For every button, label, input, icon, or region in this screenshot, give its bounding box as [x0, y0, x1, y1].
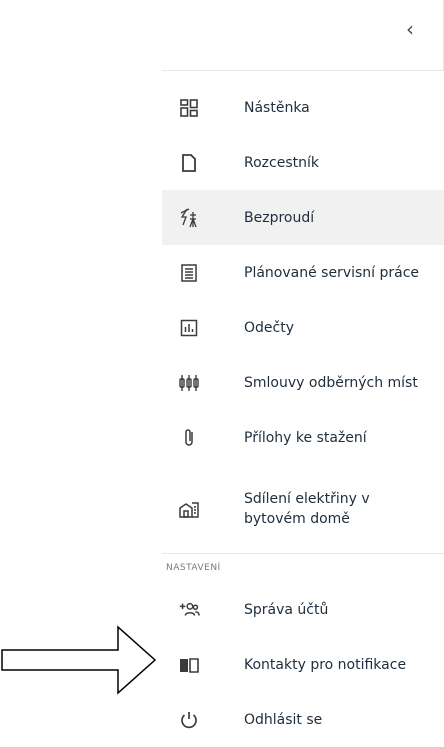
meter-readings-icon [178, 317, 200, 339]
power-icon [178, 709, 200, 731]
sidebar-item-kontakty-pro-notifikace[interactable]: Kontakty pro notifikace [162, 637, 444, 692]
sidebar-item-label: Smlouvy odběrných míst [244, 374, 418, 391]
sidebar-item-sprava-uctu[interactable]: Správa účtů [162, 582, 444, 637]
sidebar-item-rozcestnik[interactable]: Rozcestník [162, 135, 444, 190]
add-users-icon [178, 599, 200, 621]
sidebar-item-smlouvy-odbernych-mist[interactable]: Smlouvy odběrných míst [162, 355, 444, 410]
sidebar-item-label: Nástěnka [244, 99, 310, 116]
sidebar-item-label: Přílohy ke stažení [244, 429, 367, 446]
sidebar-item-label: Rozcestník [244, 154, 319, 171]
dashboard-grid-icon [178, 97, 200, 119]
sidebar-item-nastenka[interactable]: Nástěnka [162, 80, 444, 135]
sidebar-item-sdileni-elektriny[interactable]: Sdílení elektřiny v bytovém domě [162, 465, 444, 553]
sidebar-item-label: Bezproudí [244, 209, 315, 226]
sidebar-item-prilohy-ke-stazeni[interactable]: Přílohy ke stažení [162, 410, 444, 465]
chevron-left-icon[interactable]: ‹ [400, 18, 420, 40]
connection-points-icon [178, 372, 200, 394]
sidebar-item-label: Sdílení elektřiny v bytovém domě [244, 491, 370, 527]
sidebar-item-planovane-servisni-prace[interactable]: Plánované servisní práce [162, 245, 444, 300]
main-menu: Nástěnka Rozcestník Bezproudí Plánované … [162, 80, 444, 747]
sidebar-header: ‹ [162, 0, 444, 71]
sidebar-item-odhlasit-se[interactable]: Odhlásit se [162, 692, 444, 747]
paperclip-icon [178, 427, 200, 449]
sidebar-item-bezproudi[interactable]: Bezproudí [162, 190, 444, 245]
list-icon [178, 262, 200, 284]
sidebar-item-odecty[interactable]: Odečty [162, 300, 444, 355]
contacts-book-icon [178, 654, 200, 676]
sidebar: ‹ Nástěnka Rozcestník Bezproudí Plánovan… [162, 0, 444, 728]
sidebar-item-label: Kontakty pro notifikace [244, 656, 407, 673]
section-title-settings: NASTAVENÍ [166, 563, 221, 573]
sidebar-item-label: Odečty [244, 319, 294, 336]
sidebar-item-label: Plánované servisní práce [244, 264, 420, 281]
annotation-arrow [1, 625, 157, 695]
power-outage-icon [178, 207, 200, 229]
sidebar-item-label: Správa účtů [244, 601, 329, 618]
sidebar-item-label: Odhlásit se [244, 711, 323, 728]
document-icon [178, 152, 200, 174]
apartment-building-icon [178, 498, 200, 520]
